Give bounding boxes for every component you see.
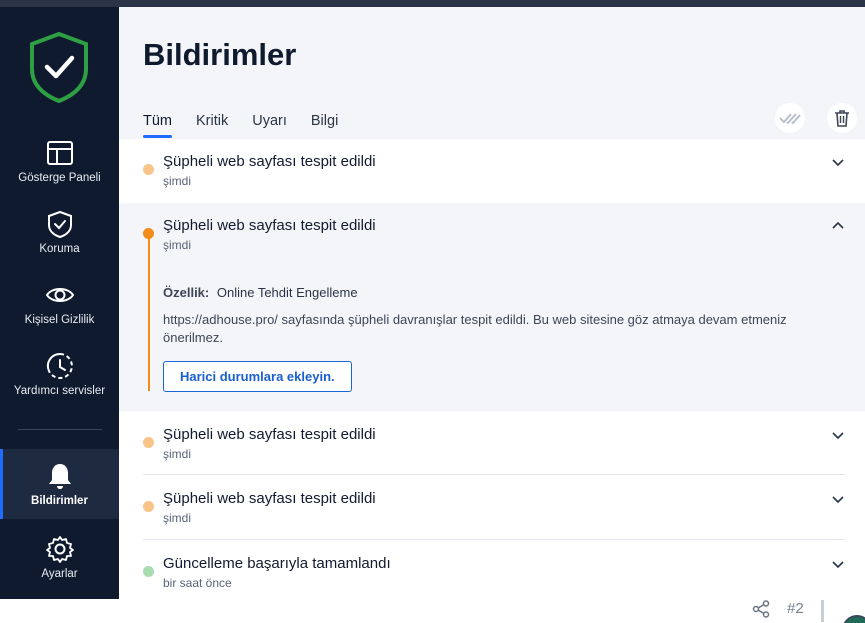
double-check-icon [779, 113, 801, 125]
shield-check-icon [47, 210, 72, 239]
filter-tabs: Tüm Kritik Uyarı Bilgi [143, 113, 338, 138]
notification-item[interactable]: Şüpheli web sayfası tespit edildi şimdi [119, 139, 865, 203]
sidebar-item-protection[interactable]: Koruma [0, 209, 119, 279]
notification-title: Güncelleme başarıyla tamamlandı [163, 555, 391, 572]
feature-detail: Özellik: Online Tehdit Engelleme [163, 285, 358, 300]
sidebar-item-label: Koruma [39, 243, 80, 255]
severity-dot [143, 164, 154, 175]
tab-critical[interactable]: Kritik [196, 113, 228, 137]
chevron-down-icon[interactable] [831, 492, 845, 506]
eye-icon [45, 288, 74, 302]
severity-dot [143, 566, 154, 577]
feature-label: Özellik: [163, 285, 210, 300]
delete-all-button[interactable] [827, 103, 857, 133]
sidebar-item-label: Gösterge Paneli [18, 172, 101, 184]
tab-info[interactable]: Bilgi [311, 113, 338, 137]
bell-icon [48, 464, 71, 489]
sidebar-item-label: Yardımcı servisler [13, 385, 106, 397]
page-title: Bildirimler [143, 37, 297, 72]
mark-all-read-button[interactable] [775, 103, 805, 133]
notification-item-expanded[interactable]: Şüpheli web sayfası tespit edildi şimdi … [119, 203, 865, 411]
chevron-down-icon[interactable] [831, 155, 845, 169]
top-bar [0, 0, 865, 7]
page-header: Bildirimler Tüm Kritik Uyarı Bilgi [119, 7, 865, 139]
tab-warning[interactable]: Uyarı [252, 113, 287, 137]
notification-title: Şüpheli web sayfası tespit edildi [163, 153, 376, 170]
share-icon[interactable] [752, 600, 770, 618]
notification-description: https://adhouse.pro/ sayfasında şüpheli … [163, 312, 787, 345]
shield-logo-icon [30, 31, 88, 103]
notification-item[interactable]: Şüpheli web sayfası tespit edildi şimdi [119, 411, 865, 476]
feature-value: Online Tehdit Engelleme [216, 285, 358, 300]
trash-icon [835, 110, 849, 127]
sidebar-divider [18, 429, 102, 430]
gear-icon [45, 536, 74, 563]
notification-item[interactable]: Şüpheli web sayfası tespit edildi şimdi [119, 475, 865, 540]
severity-line [148, 239, 150, 391]
add-exception-button[interactable]: Harici durumlara ekleyin. [163, 361, 352, 392]
sidebar-item-notifications[interactable]: Bildirimler [0, 449, 119, 519]
sidebar-item-label: Ayarlar [41, 568, 78, 580]
dashboard-icon [46, 141, 73, 165]
page-id-label: #2 [787, 600, 804, 617]
notification-title: Şüpheli web sayfası tespit edildi [163, 217, 376, 234]
chevron-down-icon[interactable] [831, 428, 845, 442]
sidebar-item-settings[interactable]: Ayarlar [0, 534, 119, 604]
notification-time: şimdi [163, 511, 192, 525]
severity-dot [143, 228, 154, 239]
bottom-strip [0, 599, 865, 623]
notification-time: şimdi [163, 174, 192, 188]
tab-all[interactable]: Tüm [143, 113, 172, 138]
main-content: Bildirimler Tüm Kritik Uyarı Bilgi Şüphe… [119, 7, 865, 599]
chevron-down-icon[interactable] [831, 557, 845, 571]
sidebar: Gösterge Paneli Koruma Kişisel Gizlilik … [0, 7, 119, 599]
sidebar-item-label: Bildirimler [31, 495, 88, 507]
severity-dot [143, 437, 154, 448]
notification-item[interactable]: Güncelleme başarıyla tamamlandı bir saat… [119, 540, 865, 600]
sidebar-item-utilities[interactable]: Yardımcı servisler [0, 351, 119, 421]
notification-title: Şüpheli web sayfası tespit edildi [163, 490, 376, 507]
notification-time: şimdi [163, 447, 192, 461]
clock-services-icon [46, 352, 73, 379]
footer-divider [821, 600, 824, 622]
chevron-up-icon[interactable] [831, 219, 845, 233]
notification-time: şimdi [163, 238, 192, 252]
sidebar-item-dashboard[interactable]: Gösterge Paneli [0, 138, 119, 208]
notification-title: Şüpheli web sayfası tespit edildi [163, 426, 376, 443]
notification-time: bir saat önce [163, 576, 232, 590]
sidebar-item-privacy[interactable]: Kişisel Gizlilik [0, 280, 119, 350]
severity-dot [143, 501, 154, 512]
sidebar-item-label: Kişisel Gizlilik [24, 314, 95, 326]
